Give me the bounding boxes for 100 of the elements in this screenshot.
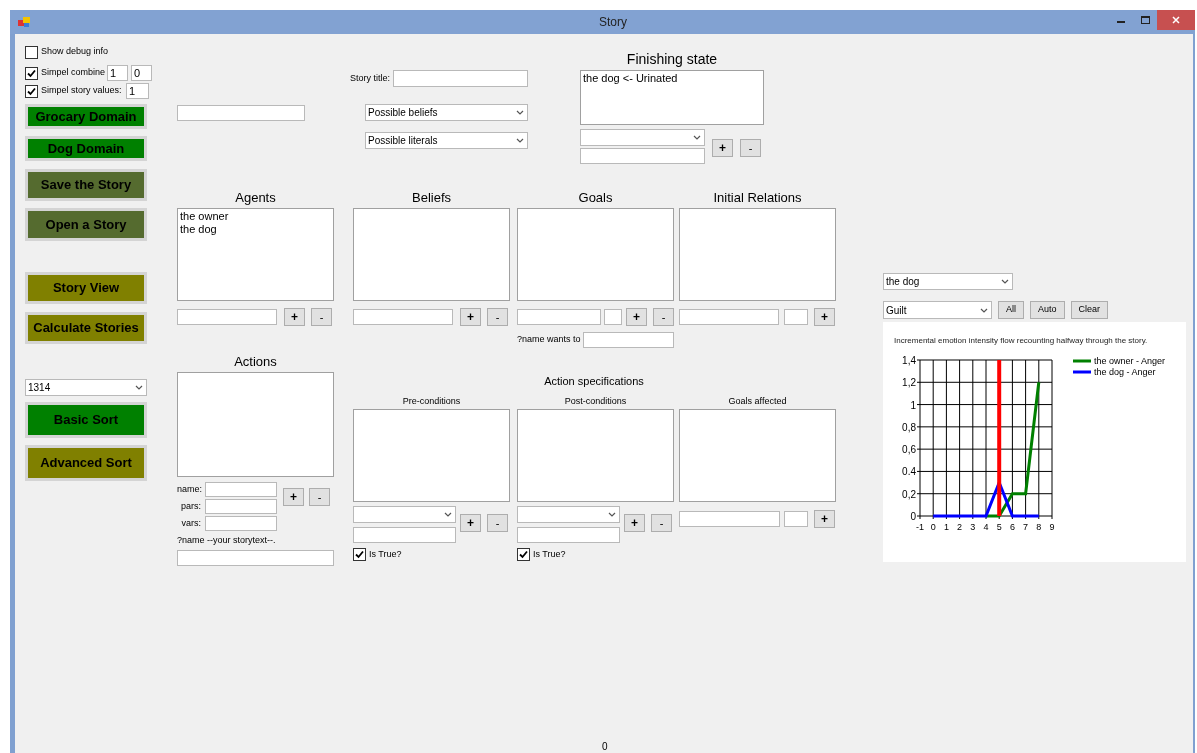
y-tick-label: 0.4 <box>902 466 916 478</box>
command-button[interactable]: Story View <box>25 272 147 304</box>
y-tick-label: 0,2 <box>902 488 916 500</box>
command-button[interactable]: Dog Domain <box>25 136 147 161</box>
checkbox[interactable] <box>25 84 38 98</box>
text-field[interactable] <box>177 309 277 325</box>
text-field[interactable] <box>784 309 808 325</box>
text-field[interactable] <box>205 516 277 531</box>
dropdown[interactable]: Possible beliefs <box>365 104 528 121</box>
remove-button[interactable]: - <box>487 514 508 532</box>
list-box[interactable] <box>353 208 510 301</box>
close-icon <box>1172 16 1180 24</box>
remove-button[interactable]: - <box>309 488 330 506</box>
text-field[interactable] <box>353 527 456 543</box>
x-tick-label: 1 <box>943 522 949 532</box>
section-title: Actions <box>233 354 278 370</box>
checkbox-label: Simpel story values: <box>41 84 122 98</box>
text-field[interactable] <box>205 499 277 514</box>
list-item[interactable]: the owner <box>180 210 331 223</box>
dropdown[interactable]: the dog <box>883 273 1013 290</box>
command-button[interactable]: Advanced Sort <box>25 445 147 481</box>
text-field[interactable] <box>580 148 705 164</box>
chevron-icon <box>516 110 524 115</box>
y-tick-label: 0 <box>910 511 916 522</box>
remove-button[interactable]: - <box>311 308 332 326</box>
text-field[interactable]: 1 <box>107 65 129 81</box>
add-button[interactable]: + <box>624 514 645 532</box>
x-tick-label: -1 <box>916 522 924 532</box>
checkbox[interactable] <box>353 548 366 562</box>
text-field[interactable] <box>393 70 528 87</box>
text-field[interactable] <box>517 309 601 325</box>
x-tick-label: 2 <box>957 522 963 532</box>
list-box[interactable] <box>177 372 334 477</box>
add-button[interactable]: + <box>712 139 733 157</box>
list-box[interactable] <box>679 208 836 301</box>
list-box[interactable] <box>517 208 674 301</box>
command-button[interactable]: Grocary Domain <box>25 104 147 129</box>
add-button[interactable]: + <box>626 308 647 326</box>
check-icon <box>355 550 364 560</box>
text-field[interactable] <box>679 309 779 325</box>
column-title: Goals affected <box>727 396 788 407</box>
text-field[interactable] <box>583 332 674 348</box>
chevron-icon <box>1001 279 1009 284</box>
list-box[interactable] <box>353 409 510 502</box>
list-box[interactable] <box>517 409 674 502</box>
text-field[interactable] <box>205 482 277 497</box>
list-box[interactable]: the dog <- Urinated <box>580 70 764 125</box>
list-box[interactable]: the owner the dog <box>177 208 334 301</box>
dropdown[interactable]: Guilt <box>883 301 992 319</box>
command-button[interactable]: Save the Story <box>25 169 147 201</box>
chevron-icon <box>608 512 616 517</box>
command-button[interactable]: Open a Story <box>25 208 147 241</box>
checkbox[interactable] <box>25 45 38 59</box>
add-button[interactable]: + <box>460 514 481 532</box>
text-field[interactable] <box>604 309 622 325</box>
text-field[interactable] <box>177 549 334 566</box>
checkbox[interactable] <box>25 66 38 80</box>
command-button[interactable]: Calculate Stories <box>25 312 147 344</box>
add-button[interactable]: + <box>284 308 305 326</box>
x-tick-label: 9 <box>1049 522 1055 532</box>
list-item[interactable]: the dog <- Urinated <box>583 72 761 85</box>
text-field[interactable] <box>177 105 305 121</box>
field-label: pars: <box>180 499 202 513</box>
remove-button[interactable]: - <box>653 308 674 326</box>
dropdown[interactable]: Possible literals <box>365 132 528 149</box>
text-field[interactable] <box>679 511 780 527</box>
dropdown[interactable] <box>517 506 620 523</box>
x-tick-label: 5 <box>996 522 1002 532</box>
field-label: vars: <box>180 516 202 530</box>
field-label: Story title: <box>350 71 391 85</box>
text-field[interactable] <box>353 309 453 325</box>
x-tick-label: 7 <box>1023 522 1029 532</box>
add-button[interactable]: + <box>460 308 481 326</box>
x-tick-label: 0 <box>930 522 936 532</box>
chevron-icon <box>135 385 143 390</box>
remove-button[interactable]: - <box>487 308 508 326</box>
dropdown[interactable] <box>353 506 456 523</box>
column-title: Pre-conditions <box>401 396 462 407</box>
text-field[interactable]: 1 <box>126 83 149 99</box>
dropdown[interactable] <box>580 129 705 146</box>
command-button[interactable]: Basic Sort <box>25 402 147 438</box>
dropdown[interactable]: 1314 <box>25 379 147 396</box>
add-button[interactable]: + <box>814 308 835 326</box>
remove-button[interactable]: - <box>740 139 761 157</box>
section-title: Finishing state <box>625 51 719 67</box>
add-button[interactable]: + <box>814 510 835 528</box>
add-button[interactable]: + <box>283 488 304 506</box>
text-field[interactable]: 0 <box>131 65 153 81</box>
chart-button[interactable]: Clear <box>1070 301 1109 319</box>
section-title: Goals <box>577 190 614 206</box>
remove-button[interactable]: - <box>651 514 672 532</box>
field-label: ?name wants to <box>517 333 582 347</box>
list-item[interactable]: the dog <box>180 223 331 236</box>
chart-button[interactable]: Auto <box>1030 301 1065 319</box>
text-field[interactable] <box>784 511 808 527</box>
text-field[interactable] <box>517 527 620 543</box>
chevron-icon <box>980 307 988 313</box>
checkbox[interactable] <box>517 548 530 562</box>
chart-button[interactable]: All <box>998 301 1024 319</box>
list-box[interactable] <box>679 409 836 502</box>
